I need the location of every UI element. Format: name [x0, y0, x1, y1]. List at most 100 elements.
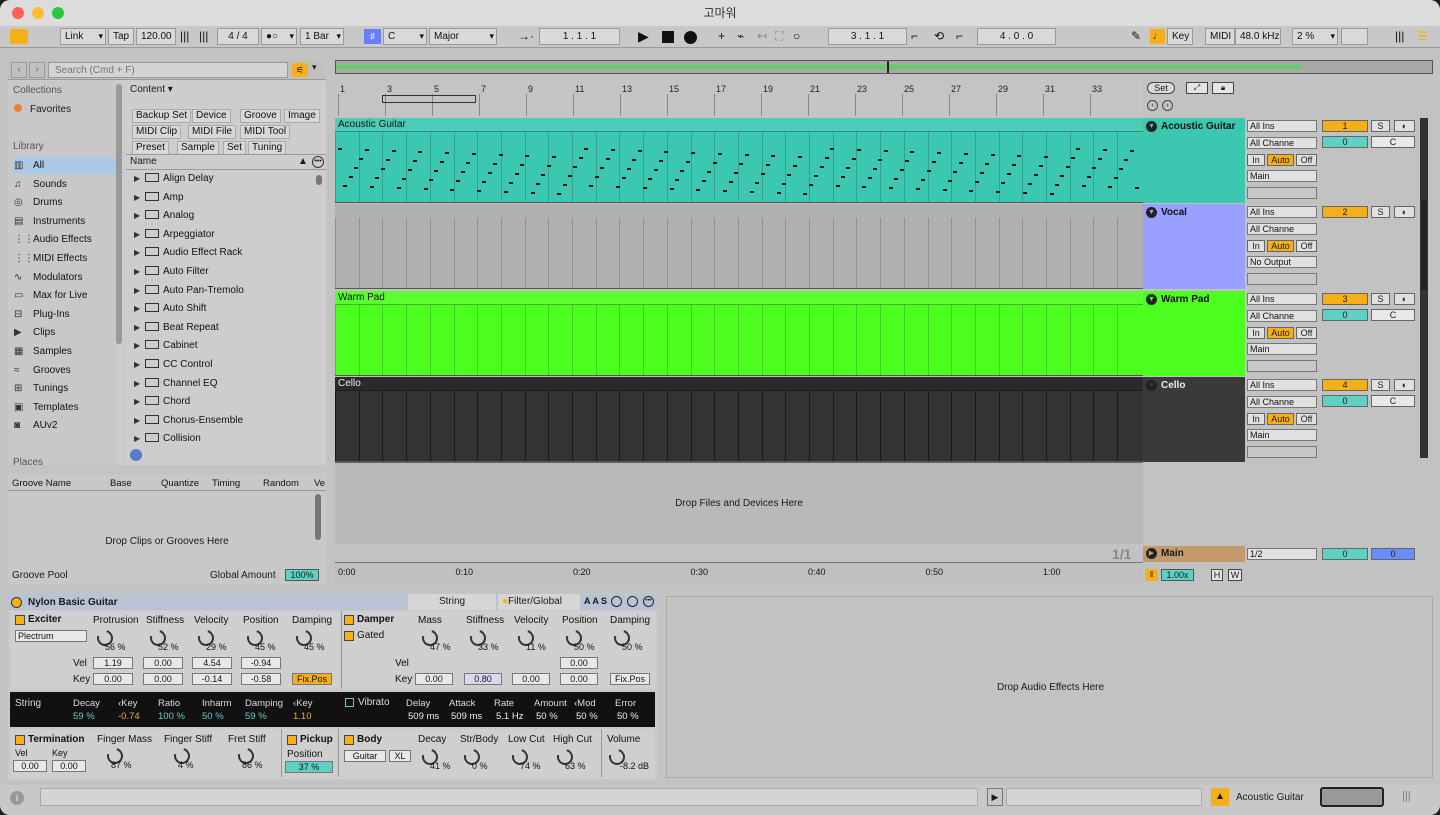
termination-toggle-icon[interactable]	[15, 735, 25, 745]
save-preset-icon[interactable]	[627, 596, 638, 607]
automation-arm-icon[interactable]: ⌁	[737, 28, 744, 45]
device-options-icon[interactable]: •••	[643, 596, 654, 607]
device-power-icon[interactable]	[11, 597, 22, 608]
metronome-interval[interactable]: 1 Bar	[300, 28, 344, 45]
vibrato-param-value[interactable]: 509 ms	[408, 711, 439, 722]
exciter-vel-field[interactable]: 0.00	[143, 657, 183, 669]
monitor-auto-button[interactable]: Auto	[1267, 240, 1294, 253]
arm-icon[interactable]: ◐	[1394, 378, 1415, 391]
list-scrollbar[interactable]	[316, 175, 322, 185]
minimize-window-button[interactable]	[32, 7, 44, 19]
body-toggle-icon[interactable]	[344, 735, 354, 745]
link-button[interactable]: Link	[60, 28, 106, 45]
filter-device[interactable]: Device	[192, 109, 231, 123]
name-column-header[interactable]: Name ▲ •••	[126, 154, 326, 170]
monitor-off-button[interactable]: Off	[1296, 154, 1317, 166]
h-button[interactable]: H	[1211, 569, 1223, 581]
track-pan[interactable]: C	[1371, 394, 1415, 407]
loop-brace[interactable]	[382, 95, 476, 103]
browser-item[interactable]: ▶ Arpeggiator	[134, 226, 215, 244]
input-channel-select[interactable]: All Channe	[1247, 137, 1317, 149]
key-map-button[interactable]: Key	[1167, 28, 1193, 45]
input-type-select[interactable]: All Ins	[1247, 120, 1317, 132]
groove-column-header[interactable]: Random	[263, 478, 299, 489]
monitor-auto-button[interactable]: Auto	[1267, 412, 1294, 425]
scale-mode-icon[interactable]: ♯	[364, 29, 381, 44]
expand-arrow-icon[interactable]: ▶	[134, 170, 143, 188]
sidebar-item-tunings[interactable]: ⊞ Tunings	[14, 380, 118, 397]
body-size-select[interactable]: XL	[389, 750, 411, 762]
back-icon[interactable]: ‹	[11, 62, 27, 78]
fix-pos-button[interactable]: Fix.Pos	[292, 673, 332, 685]
time-signature-field[interactable]: 4 / 4	[217, 28, 259, 45]
exciter-key-field[interactable]: -0.58	[241, 673, 281, 685]
string-param-value[interactable]: 100 %	[158, 711, 185, 722]
browser-item[interactable]: ▶ Chord	[134, 393, 190, 411]
main-track-header[interactable]: ▶ Main	[1143, 546, 1245, 562]
track-volume[interactable]: 0	[1322, 394, 1368, 407]
solo-button[interactable]: S	[1371, 120, 1390, 132]
midi-map-button[interactable]: MIDI	[1205, 28, 1235, 45]
string-param-value[interactable]: 50 %	[202, 711, 224, 722]
groove-column-header[interactable]: Base	[110, 478, 132, 489]
arrangement-drop-zone[interactable]: Drop Files and Devices Here	[335, 462, 1143, 544]
sidebar-item-sounds[interactable]: ♫ Sounds	[14, 176, 118, 193]
expand-arrow-icon[interactable]: ▶	[134, 356, 143, 374]
tab-filter-global[interactable]: ●Filter/Global	[498, 594, 580, 610]
expand-arrow-icon[interactable]: ▶	[134, 282, 143, 300]
vibrato-param-value[interactable]: 50 %	[617, 711, 639, 722]
lock-icon[interactable]: 🔒︎	[1212, 82, 1234, 94]
damper-toggle-icon[interactable]	[344, 615, 354, 625]
browser-item[interactable]: ▶ Analog	[134, 207, 194, 225]
scale-dropdown[interactable]: Major	[429, 28, 497, 45]
draw-mode-icon[interactable]: ✎	[1131, 28, 1141, 45]
global-amount-field[interactable]: 100%	[285, 569, 319, 581]
track-header-warm-pad[interactable]: ▼ Warm Pad	[1143, 290, 1245, 376]
browser-item[interactable]: ▶ Align Delay	[134, 170, 214, 188]
damper-key-field[interactable]: 0.00	[415, 673, 453, 685]
track-volume[interactable]: 0	[1322, 308, 1368, 321]
close-window-button[interactable]	[12, 7, 24, 19]
w-button[interactable]: W	[1228, 569, 1242, 581]
exciter-vel-field[interactable]: 4.54	[192, 657, 232, 669]
clip-title[interactable]: Warm Pad	[335, 290, 1143, 305]
zoom-field[interactable]: 1.00x	[1161, 569, 1194, 581]
sidebar-item-clips[interactable]: ▶ Clips	[14, 324, 118, 341]
monitor-off-button[interactable]: Off	[1296, 326, 1317, 339]
term-vel-field[interactable]: 0.00	[13, 760, 47, 772]
track-lane-warm-pad[interactable]: Warm Pad	[335, 290, 1143, 376]
filter-tuning[interactable]: Tuning	[248, 141, 287, 155]
solo-button[interactable]: S	[1371, 206, 1390, 219]
damper-key-field[interactable]: 0.00	[512, 673, 550, 685]
expand-arrow-icon[interactable]: ▶	[134, 244, 143, 262]
output-select[interactable]: Main	[1247, 342, 1317, 355]
play-icon[interactable]: ▶	[638, 28, 649, 45]
browser-item[interactable]: ▶ Auto Pan-Tremolo	[134, 282, 244, 300]
nudge-down-icon[interactable]: |||	[180, 28, 189, 45]
sidebar-item-plug-ins[interactable]: ⊟ Plug-Ins	[14, 306, 118, 323]
filter-midi-clip[interactable]: MIDI Clip	[132, 125, 182, 139]
browser-item[interactable]: ▶ CC Control	[134, 356, 212, 374]
expand-arrow-icon[interactable]: ▶	[134, 263, 143, 281]
track-activator[interactable]: 3	[1322, 292, 1368, 305]
track-lane-cello[interactable]: Cello	[335, 376, 1143, 462]
expand-arrow-icon[interactable]: ▶	[134, 375, 143, 393]
input-channel-select[interactable]: All Channe	[1247, 395, 1317, 408]
tap-button[interactable]: Tap	[108, 28, 134, 45]
sidebar-item-max-for-live[interactable]: ▭ Max for Live	[14, 287, 118, 304]
info-icon[interactable]: i	[10, 791, 24, 805]
browser-search-input[interactable]	[48, 62, 288, 78]
vibrato-toggle-icon[interactable]	[345, 698, 354, 707]
browser-item[interactable]: ▶ Cabinet	[134, 337, 197, 355]
filter-groove[interactable]: Groove	[240, 109, 281, 123]
vibrato-param-value[interactable]: 50 %	[576, 711, 598, 722]
input-channel-select[interactable]: All Channe	[1247, 309, 1317, 322]
exciter-key-field[interactable]: 0.00	[143, 673, 183, 685]
solo-button[interactable]: S	[1371, 378, 1390, 391]
prev-locator-icon[interactable]: ‹	[1147, 100, 1158, 111]
browser-item[interactable]: ▶ Collision	[134, 430, 201, 448]
key-dropdown[interactable]: C	[383, 28, 427, 45]
song-position-field[interactable]: 1 . 1 . 1	[539, 28, 620, 45]
sidebar-item-samples[interactable]: ▦ Samples	[14, 343, 118, 360]
groove-column-header[interactable]: Groove Name	[12, 478, 71, 489]
